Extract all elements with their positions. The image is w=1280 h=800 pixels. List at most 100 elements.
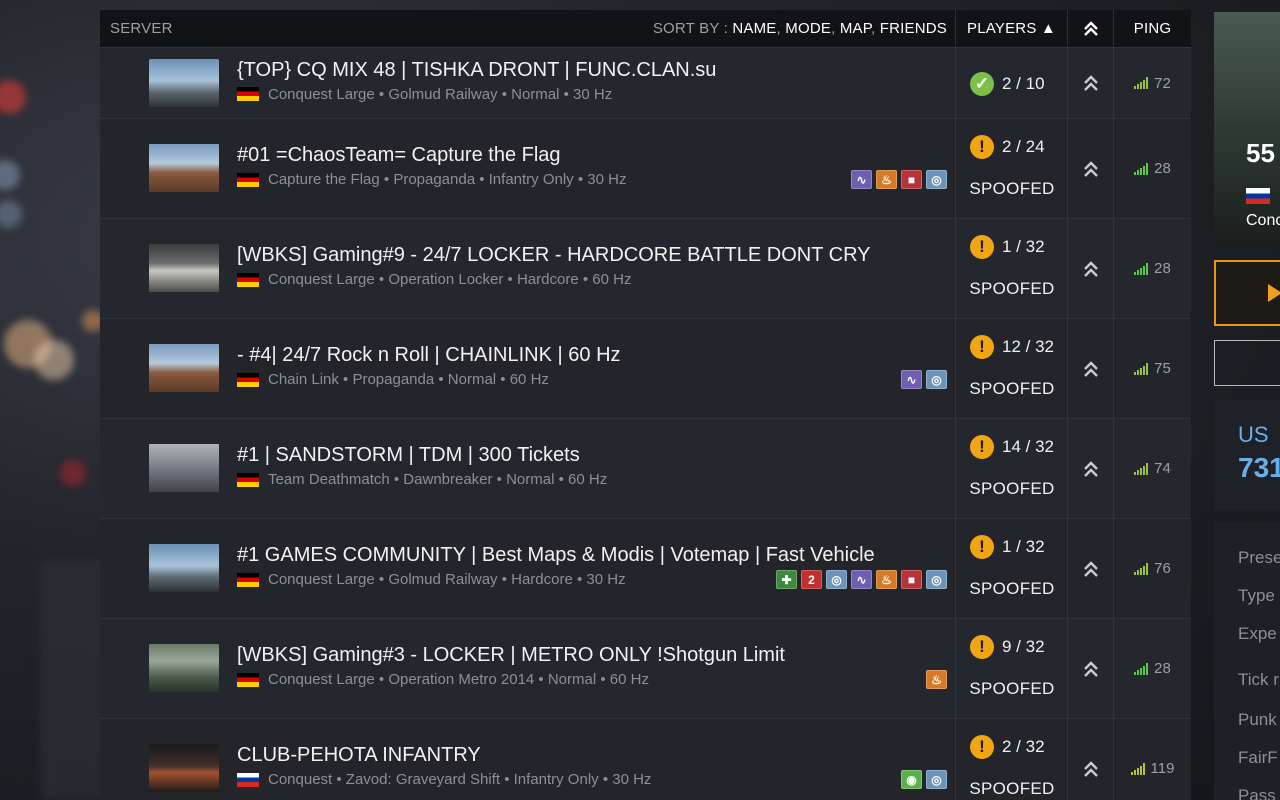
blue-setting-badge-icon: ◎ bbox=[926, 570, 947, 589]
server-name[interactable]: [WBKS] Gaming#3 - LOCKER | METRO ONLY !S… bbox=[237, 644, 785, 667]
warning-icon: ! bbox=[970, 635, 994, 659]
warning-icon: ! bbox=[970, 535, 994, 559]
server-settings-badges: ◉ ◎ bbox=[901, 770, 947, 789]
rank-chevron-icon bbox=[1083, 460, 1098, 477]
table-header: SERVER SORT BY : NAME, MODE, MAP, FRIEND… bbox=[100, 10, 1191, 47]
rank-chevron-icon bbox=[1083, 360, 1098, 377]
player-count: 2 / 10 bbox=[1002, 73, 1045, 93]
warning-icon: ! bbox=[970, 335, 994, 359]
sort-map-link[interactable]: MAP bbox=[840, 20, 871, 37]
sort-mode-link[interactable]: MODE bbox=[785, 20, 831, 37]
server-name[interactable]: #1 | SANDSTORM | TDM | 300 Tickets bbox=[237, 444, 580, 467]
server-row[interactable]: #1 | SANDSTORM | TDM | 300 Tickets Team D… bbox=[100, 418, 1191, 518]
rank-column-header[interactable] bbox=[1067, 10, 1113, 47]
country-flag-icon bbox=[237, 772, 259, 787]
blue-setting-badge-icon: ◎ bbox=[926, 370, 947, 389]
server-row[interactable]: [WBKS] Gaming#3 - LOCKER | METRO ONLY !S… bbox=[100, 618, 1191, 718]
server-row[interactable]: [WBKS] Gaming#9 - 24/7 LOCKER - HARDCORE… bbox=[100, 218, 1191, 318]
map-thumbnail bbox=[149, 144, 219, 192]
server-column-header: SERVER bbox=[110, 20, 173, 37]
server-info-item: Expe bbox=[1238, 624, 1277, 643]
server-name[interactable]: #1 GAMES COMMUNITY | Best Maps & Modis |… bbox=[237, 544, 875, 567]
server-info: Conquest • Zavod: Graveyard Shift • Infa… bbox=[268, 771, 652, 788]
player-count: 12 / 32 bbox=[1002, 337, 1054, 356]
signal-strength-icon bbox=[1134, 562, 1149, 575]
rank-chevron-icon bbox=[1083, 260, 1098, 277]
server-info: Conquest Large • Golmud Railway • Normal… bbox=[268, 85, 613, 103]
server-name[interactable]: - #4| 24/7 Rock n Roll | CHAINLINK | 60 … bbox=[237, 344, 621, 367]
server-info-item: Punk bbox=[1238, 710, 1277, 729]
server-row[interactable]: #01 =ChaosTeam= Capture the Flag Capture … bbox=[100, 118, 1191, 218]
rank-chevron-icon bbox=[1083, 20, 1098, 36]
server-row[interactable]: {TOP} CQ MIX 48 | TISHKA DRONT | FUNC.CL… bbox=[100, 47, 1191, 118]
blue-setting-badge-icon: ◎ bbox=[826, 570, 847, 589]
country-flag-icon bbox=[237, 87, 259, 101]
server-name[interactable]: {TOP} CQ MIX 48 | TISHKA DRONT | FUNC.CL… bbox=[237, 59, 716, 82]
map-thumbnail bbox=[149, 544, 219, 592]
darkred-setting-badge-icon: 2 bbox=[801, 570, 822, 589]
ping-value: 119 bbox=[1150, 760, 1175, 777]
server-info-item: Tick r bbox=[1238, 670, 1279, 689]
players-column-header[interactable]: PLAYERS ▲ bbox=[955, 10, 1067, 47]
server-info-item: Type bbox=[1238, 586, 1275, 605]
player-count: 1 / 32 bbox=[1002, 537, 1045, 556]
server-name[interactable]: [WBKS] Gaming#9 - 24/7 LOCKER - HARDCORE… bbox=[237, 244, 871, 267]
server-settings-badges: ✚ 2 ◎ ∿ ♨ ■ ◎ bbox=[776, 570, 947, 589]
sort-by-controls: SORT BY : NAME, MODE, MAP, FRIENDS bbox=[652, 20, 947, 37]
ping-column-header[interactable]: PING bbox=[1113, 10, 1191, 47]
sort-friends-link[interactable]: FRIENDS bbox=[880, 20, 947, 37]
ping-value: 76 bbox=[1154, 560, 1171, 577]
map-thumbnail bbox=[149, 644, 219, 692]
server-stat-box: US 731 bbox=[1214, 400, 1280, 510]
secondary-action-button[interactable] bbox=[1214, 340, 1280, 386]
map-thumbnail bbox=[149, 244, 219, 292]
server-settings-badges: ♨ bbox=[926, 670, 947, 689]
server-row[interactable]: #1 GAMES COMMUNITY | Best Maps & Modis |… bbox=[100, 518, 1191, 618]
ping-value: 28 bbox=[1154, 160, 1171, 177]
lgreen-setting-badge-icon: ◉ bbox=[901, 770, 922, 789]
map-thumbnail bbox=[149, 58, 219, 107]
map-thumbnail bbox=[149, 444, 219, 492]
player-count: 14 / 32 bbox=[1002, 437, 1054, 456]
country-flag-icon bbox=[237, 172, 259, 187]
ping-value: 74 bbox=[1154, 460, 1171, 477]
country-flag-icon bbox=[237, 272, 259, 287]
server-info-panel: Prese Type Expe Tick r Punk FairF Pass bbox=[1214, 522, 1280, 800]
server-name[interactable]: CLUB-PEHOTA INFANTRY bbox=[237, 744, 481, 767]
spoofed-label: SPOOFED bbox=[969, 779, 1055, 798]
server-name[interactable]: #01 =ChaosTeam= Capture the Flag bbox=[237, 144, 561, 167]
warning-icon: ! bbox=[970, 235, 994, 259]
join-server-button[interactable] bbox=[1214, 260, 1280, 326]
signal-strength-icon bbox=[1134, 262, 1149, 275]
spoofed-label: SPOOFED bbox=[969, 279, 1055, 298]
check-icon: ✓ bbox=[970, 71, 994, 96]
stat-label: US bbox=[1238, 422, 1269, 447]
purple-setting-badge-icon: ∿ bbox=[901, 370, 922, 389]
preview-flag-icon bbox=[1246, 188, 1270, 204]
map-thumbnail bbox=[149, 744, 219, 792]
server-info-item: FairF bbox=[1238, 748, 1278, 767]
player-count: 1 / 32 bbox=[1002, 237, 1045, 256]
ping-value: 72 bbox=[1154, 74, 1171, 92]
signal-strength-icon bbox=[1134, 362, 1149, 375]
player-count: 2 / 24 bbox=[1002, 137, 1045, 156]
server-settings-badges: ∿ ◎ bbox=[901, 370, 947, 389]
server-preview-image: 55 Conc bbox=[1214, 12, 1280, 247]
player-count: 2 / 32 bbox=[1002, 737, 1045, 756]
green-setting-badge-icon: ✚ bbox=[776, 570, 797, 589]
server-info: Conquest Large • Golmud Railway • Hardco… bbox=[268, 571, 626, 588]
spoofed-label: SPOOFED bbox=[969, 679, 1055, 698]
warning-icon: ! bbox=[970, 735, 994, 759]
server-info-item: Pass bbox=[1238, 786, 1276, 800]
purple-setting-badge-icon: ∿ bbox=[851, 570, 872, 589]
warning-icon: ! bbox=[970, 135, 994, 159]
country-flag-icon bbox=[237, 572, 259, 587]
server-row[interactable]: - #4| 24/7 Rock n Roll | CHAINLINK | 60 … bbox=[100, 318, 1191, 418]
spoofed-label: SPOOFED bbox=[969, 379, 1055, 398]
signal-strength-icon bbox=[1134, 162, 1149, 175]
server-row[interactable]: CLUB-PEHOTA INFANTRY Conquest • Zavod: Gr… bbox=[100, 718, 1191, 800]
orange-setting-badge-icon: ♨ bbox=[876, 570, 897, 589]
sort-name-link[interactable]: NAME bbox=[732, 20, 776, 37]
server-info: Capture the Flag • Propaganda • Infantry… bbox=[268, 171, 627, 188]
red-setting-badge-icon: ■ bbox=[901, 170, 922, 189]
